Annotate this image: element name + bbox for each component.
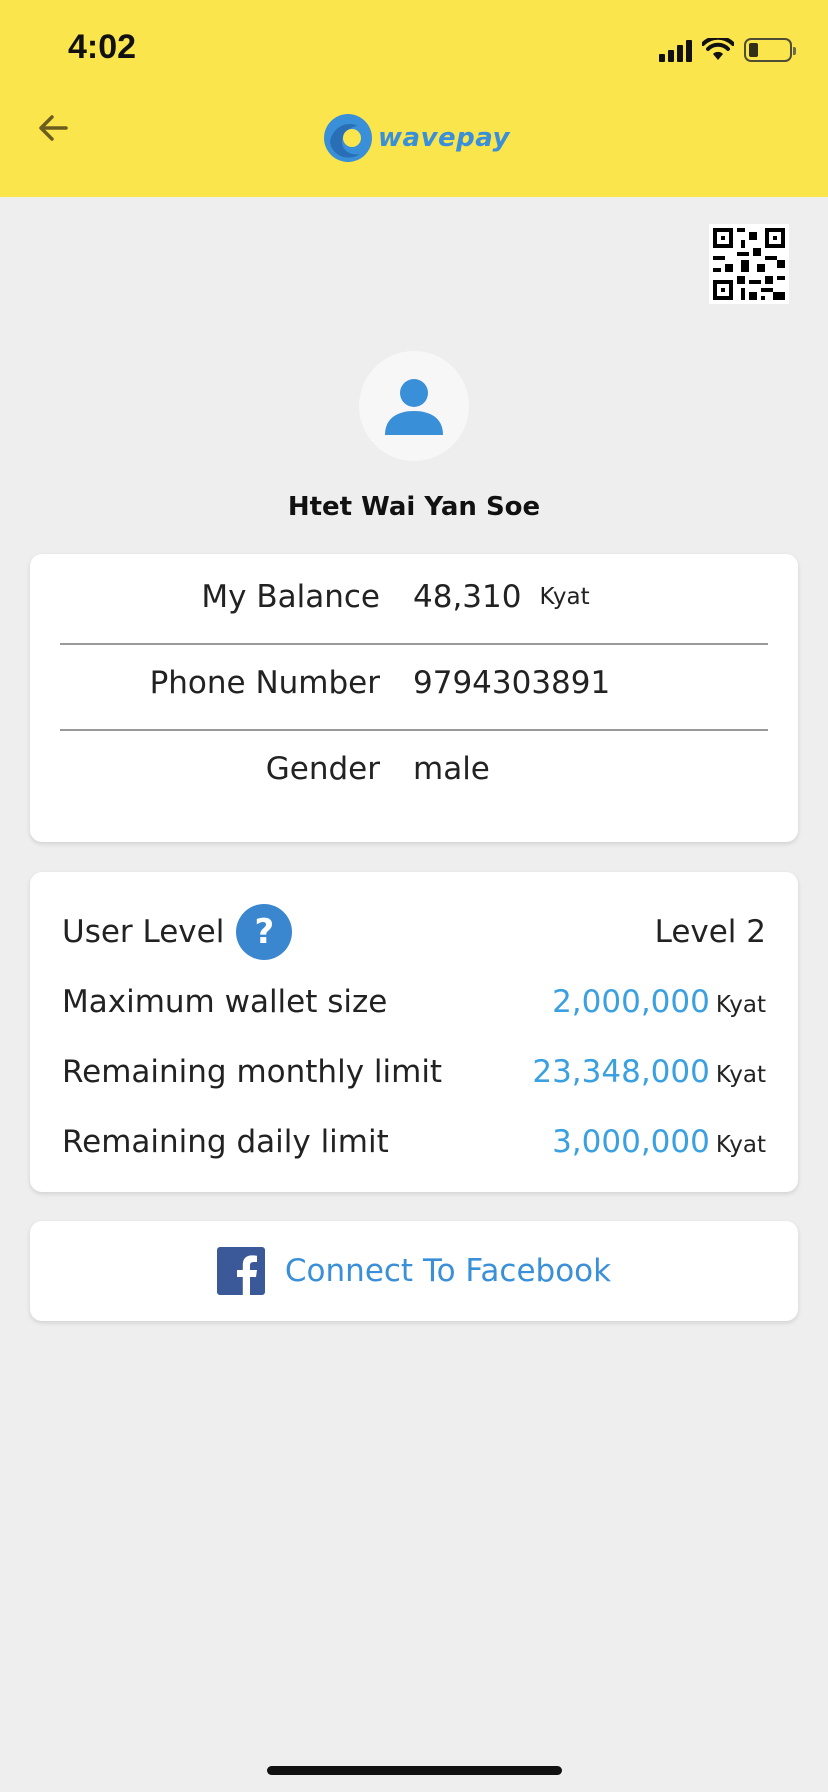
wifi-icon [702,38,734,60]
limit-unit: Kyat [715,1132,766,1158]
account-info-card: My Balance 48,310 Kyat Phone Number 9794… [30,554,798,842]
wavepay-logo: wavepay [322,112,510,164]
qr-code-icon[interactable] [709,224,789,304]
cellular-signal-icon [659,38,692,62]
logo-text: wavepay [378,123,510,153]
limit-unit: Kyat [715,1062,766,1088]
user-level-value: Level 2 [654,914,766,950]
balance-row: My Balance 48,310 Kyat [60,554,768,640]
balance-unit: Kyat [539,584,590,610]
battery-icon [744,38,796,62]
user-icon [385,379,443,435]
user-level-label: User Level [62,914,225,950]
app-header: 4:02 wavepay [0,0,828,197]
wavepay-logo-icon [324,114,372,162]
facebook-icon [216,1247,265,1295]
limit-row: Remaining daily limit 3,000,000 Kyat [62,1112,766,1172]
user-level-card: User Level ? Level 2 Maximum wallet size… [30,872,798,1192]
limit-value: 3,000,000 [552,1124,710,1160]
balance-label: My Balance [201,579,380,615]
limit-value: 2,000,000 [552,984,710,1020]
gender-row: Gender male [60,726,768,812]
balance-value: 48,310 [413,579,522,615]
limit-label: Remaining daily limit [62,1124,389,1160]
limit-label: Remaining monthly limit [62,1054,443,1090]
user-name: Htet Wai Yan Soe [287,492,541,522]
status-time: 4:02 [68,28,137,66]
phone-value: 9794303891 [413,665,611,701]
limit-row: Remaining monthly limit 23,348,000 Kyat [62,1042,766,1102]
limit-label: Maximum wallet size [62,984,388,1020]
connect-facebook-button[interactable]: Connect To Facebook [30,1221,798,1321]
back-arrow-icon[interactable] [32,104,80,152]
connect-facebook-label: Connect To Facebook [284,1253,612,1289]
gender-label: Gender [265,751,380,787]
limit-row: Maximum wallet size 2,000,000 Kyat [62,972,766,1032]
phone-label: Phone Number [149,665,380,701]
user-level-row: User Level ? Level 2 [62,902,766,962]
home-indicator[interactable] [267,1766,562,1775]
limit-unit: Kyat [715,992,766,1018]
gender-value: male [413,751,490,787]
phone-row: Phone Number 9794303891 [60,640,768,726]
help-icon[interactable]: ? [236,904,293,960]
status-icons [659,36,796,64]
avatar[interactable] [359,351,469,461]
limit-value: 23,348,000 [532,1054,710,1090]
